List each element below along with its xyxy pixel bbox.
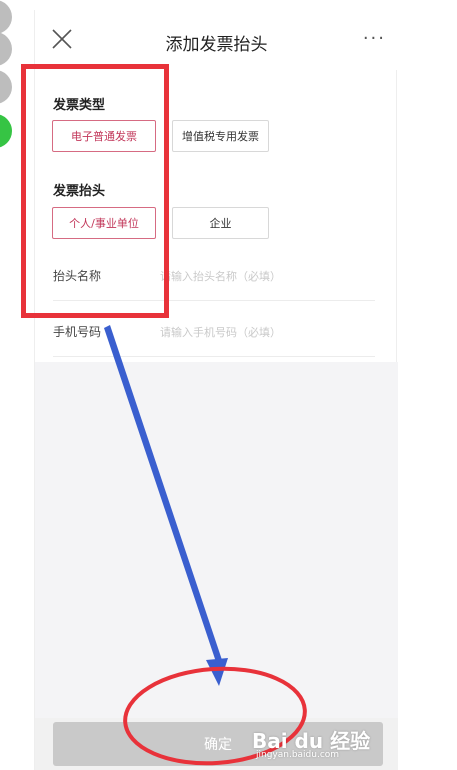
step-indicator <box>0 0 12 34</box>
watermark-url: jingyan.baidu.com <box>256 750 340 760</box>
page-title: 添加发票抬头 <box>165 35 268 55</box>
step-indicator <box>0 32 12 66</box>
annotation-highlight-box <box>21 64 169 318</box>
content-background <box>35 362 398 718</box>
option-enterprise[interactable]: 企业 <box>172 207 269 239</box>
header-name-input[interactable]: 请输入抬头名称（必填） <box>160 268 281 284</box>
step-indicator <box>0 70 12 104</box>
divider <box>53 356 375 357</box>
phone-number-input[interactable]: 请输入手机号码（必填） <box>160 324 281 340</box>
phone-number-label: 手机号码 <box>53 325 102 339</box>
option-vat-special-invoice[interactable]: 增值税专用发票 <box>172 120 269 152</box>
step-indicator-active <box>0 114 12 148</box>
more-icon[interactable]: ··· <box>363 28 386 49</box>
nav-bar: 添加发票抬头 ··· <box>35 10 398 70</box>
